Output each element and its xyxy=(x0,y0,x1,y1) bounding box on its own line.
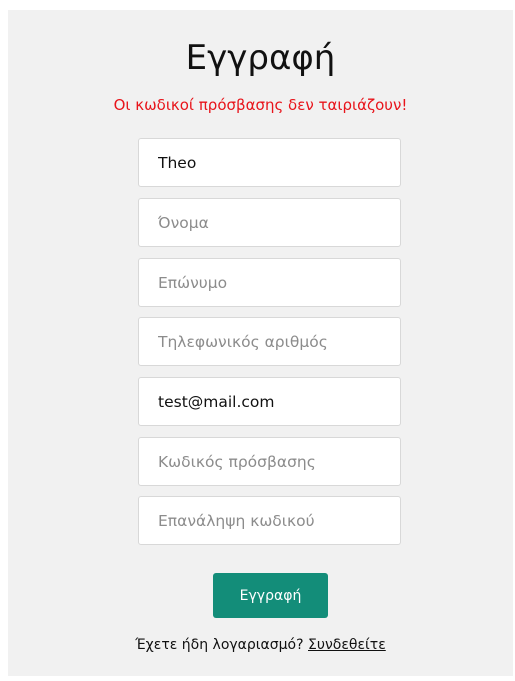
password-input[interactable] xyxy=(138,437,401,486)
email-input[interactable] xyxy=(138,377,401,426)
error-message: Οι κωδικοί πρόσβασης δεν ταιριάζουν! xyxy=(113,96,408,114)
login-prompt-text: Έχετε ήδη λογαριασμό? xyxy=(135,637,304,653)
last-name-input[interactable] xyxy=(138,258,401,307)
login-prompt: Έχετε ήδη λογαριασμό? Συνδεθείτε xyxy=(8,637,513,653)
first-name-input[interactable] xyxy=(138,198,401,247)
password-repeat-input[interactable] xyxy=(138,496,401,545)
login-link[interactable]: Συνδεθείτε xyxy=(308,637,386,653)
page-title: Εγγραφή xyxy=(185,38,336,78)
phone-input[interactable] xyxy=(138,317,401,366)
register-button[interactable]: Εγγραφή xyxy=(213,573,328,618)
register-panel: Εγγραφή Οι κωδικοί πρόσβασης δεν ταιριάζ… xyxy=(8,10,513,676)
username-input[interactable] xyxy=(138,138,401,187)
